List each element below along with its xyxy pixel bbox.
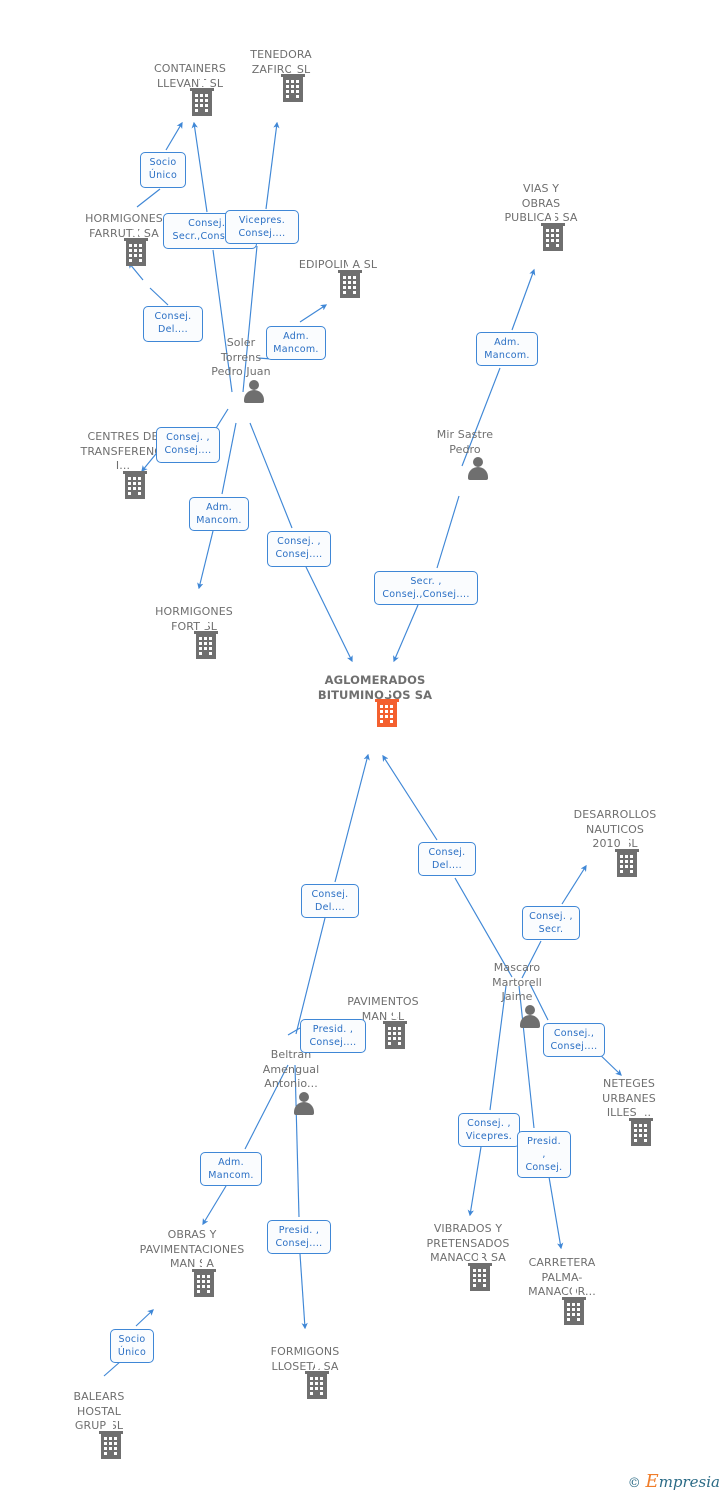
node-label: Mascaro Martorell Jaime bbox=[492, 961, 542, 1003]
graph-node-desarrollos_naut[interactable]: DESARROLLOS NAUTICOS 2010 SL bbox=[540, 808, 690, 877]
relation-label-rel_consej_consej_1[interactable]: Consej. , Consej.... bbox=[156, 427, 220, 463]
graph-node-hormigones_fort[interactable]: HORMIGONES FORT SL bbox=[119, 605, 269, 659]
brand-initial: E bbox=[645, 1471, 659, 1492]
brand-name: mpresia bbox=[658, 1473, 720, 1491]
node-label: AGLOMERADOS BITUMINOSOS SA bbox=[317, 673, 433, 702]
graph-node-neteges_urbanes[interactable]: NETEGES URBANES ILLES ... bbox=[554, 1077, 704, 1146]
node-label: CARRETERA PALMA- MANACOR... bbox=[528, 1256, 596, 1298]
graph-node-obras_pavimenta[interactable]: OBRAS Y PAVIMENTACIONES MAN SA bbox=[117, 1228, 267, 1297]
graph-node-tenedora_zafiro[interactable]: TENEDORA ZAFIRO SL bbox=[206, 48, 356, 102]
relation-label-rel_socio_unico_bot[interactable]: Socio Único bbox=[110, 1329, 154, 1363]
relation-label-rel_presid_consej_1[interactable]: Presid. , Consej.... bbox=[300, 1019, 366, 1053]
node-label: OBRAS Y PAVIMENTACIONES MAN SA bbox=[139, 1228, 245, 1270]
relation-label-rel_consej_consej_3[interactable]: Consej., Consej.... bbox=[543, 1023, 605, 1057]
node-label: VIAS Y OBRAS PUBLICAS SA bbox=[504, 182, 578, 224]
relation-label-rel_adm_mancom_vias[interactable]: Adm. Mancom. bbox=[476, 332, 538, 366]
copyright-symbol: © bbox=[627, 1476, 641, 1491]
relation-label-rel_consej_del_2[interactable]: Consej. Del.... bbox=[418, 842, 476, 876]
relation-label-rel_consej_vicepres[interactable]: Consej. , Vicepres. bbox=[458, 1113, 520, 1147]
node-label: Beltran Amengual Antonio... bbox=[262, 1048, 320, 1090]
node-label: HORMIGONES FORT SL bbox=[155, 605, 233, 633]
graph-node-formigons_lloseta[interactable]: FORMIGONS LLOSETA SA bbox=[230, 1345, 380, 1399]
relation-label-rel_adm_mancom_fort[interactable]: Adm. Mancom. bbox=[189, 497, 249, 531]
relation-label-rel_consej_del_1[interactable]: Consej. Del.... bbox=[143, 306, 203, 342]
relationship-diagram-canvas: CONTAINERS LLEVANT SL TENEDORA ZAFIRO SL H… bbox=[0, 0, 728, 1500]
graph-node-vias_obras[interactable]: VIAS Y OBRAS PUBLICAS SA bbox=[466, 182, 616, 251]
graph-node-balears_hostal[interactable]: BALEARS HOSTAL GRUP SL bbox=[24, 1390, 174, 1459]
relation-label-rel_adm_mancom_obras[interactable]: Adm. Mancom. bbox=[200, 1152, 262, 1186]
node-label: DESARROLLOS NAUTICOS 2010 SL bbox=[573, 808, 657, 850]
relation-label-rel_presid_consej_2[interactable]: Presid. , Consej. bbox=[517, 1131, 571, 1178]
graph-node-mascaro_martorell[interactable]: Mascaro Martorell Jaime bbox=[442, 961, 592, 1028]
node-label: TENEDORA ZAFIRO SL bbox=[250, 48, 312, 76]
node-label: Mir Sastre Pedro bbox=[436, 428, 494, 456]
relation-label-rel_consej_secr_2[interactable]: Consej. , Secr. bbox=[522, 906, 580, 940]
relation-label-rel_adm_mancom_edi[interactable]: Adm. Mancom. bbox=[266, 326, 326, 360]
graph-node-aglomerados[interactable]: AGLOMERADOS BITUMINOSOS SA bbox=[300, 673, 450, 727]
relation-label-rel_vicepres_consej[interactable]: Vicepres. Consej.... bbox=[225, 210, 299, 244]
relation-label-rel_consej_del_3[interactable]: Consej. Del.... bbox=[301, 884, 359, 918]
graph-node-mir_sastre[interactable]: Mir Sastre Pedro bbox=[390, 428, 540, 480]
empresia-watermark: © Empresia bbox=[628, 1471, 720, 1492]
graph-node-carretera_palma[interactable]: CARRETERA PALMA- MANACOR... bbox=[487, 1256, 637, 1325]
relation-label-rel_presid_consej_3[interactable]: Presid. , Consej.... bbox=[267, 1220, 331, 1254]
graph-node-beltran_amengual[interactable]: Beltran Amengual Antonio... bbox=[216, 1048, 366, 1115]
node-label: FORMIGONS LLOSETA SA bbox=[270, 1345, 340, 1373]
relation-label-rel_secr_consej[interactable]: Secr. , Consej.,Consej.... bbox=[374, 571, 478, 605]
relation-label-rel_consej_consej_2[interactable]: Consej. , Consej.... bbox=[267, 531, 331, 567]
node-label: NETEGES URBANES ILLES ... bbox=[602, 1077, 656, 1119]
relation-label-rel_socio_unico_top[interactable]: Socio Único bbox=[140, 152, 186, 188]
graph-node-edipolima[interactable]: EDIPOLIMA SL bbox=[263, 258, 413, 298]
node-label: BALEARS HOSTAL GRUP SL bbox=[73, 1390, 125, 1432]
